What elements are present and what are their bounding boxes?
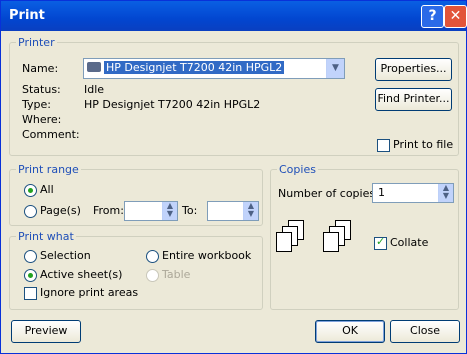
collated-pages-icon [276, 220, 310, 264]
printer-icon [87, 62, 101, 72]
chevron-down-icon[interactable]: ▼ [326, 59, 344, 78]
to-label: To: [182, 204, 198, 217]
dialog-title: Print [9, 8, 45, 23]
from-input[interactable]: ▲ ▼ [124, 201, 178, 221]
print-range-pages-radio[interactable] [24, 205, 37, 218]
entire-workbook-radio[interactable] [146, 250, 159, 263]
printer-name-label: Name: [22, 62, 59, 75]
print-to-file-checkbox[interactable] [377, 139, 390, 152]
table-label: Table [162, 268, 191, 281]
close-window-button[interactable]: ✕ [444, 5, 467, 28]
copies-group: Copies Number of copies: 1 ▲▼ Collate [270, 163, 459, 310]
active-sheets-radio[interactable] [24, 269, 37, 282]
type-value: HP Designjet T7200 42in HPGL2 [84, 98, 261, 111]
print-to-file-label[interactable]: Print to file [393, 138, 453, 151]
ignore-print-areas-label[interactable]: Ignore print areas [40, 286, 138, 299]
printer-name-select[interactable]: HP Designjet T7200 42in HPGL2 ▼ [83, 58, 345, 79]
table-radio [146, 269, 159, 282]
to-input[interactable]: ▲ ▼ [207, 201, 259, 221]
status-label: Status: [22, 83, 61, 96]
close-button[interactable]: Close [390, 320, 460, 343]
printer-group: Printer Name: HP Designjet T7200 42in HP… [9, 36, 459, 156]
ignore-print-areas-checkbox[interactable] [24, 287, 37, 300]
ok-button[interactable]: OK [315, 320, 385, 343]
from-spinner-icon[interactable]: ▲ ▼ [162, 202, 177, 220]
preview-button[interactable]: Preview [11, 320, 81, 343]
help-button[interactable]: ? [421, 5, 444, 28]
find-printer-button[interactable]: Find Printer... [375, 88, 452, 111]
number-of-copies-input[interactable]: 1 ▲ ▼ [372, 183, 454, 203]
print-range-group: Print range All Page(s) From: ▲ ▼ To: ▲ ▼ [9, 163, 263, 226]
active-sheets-label[interactable]: Active sheet(s) [40, 268, 122, 281]
print-what-title: Print what [16, 230, 76, 243]
print-range-all-label[interactable]: All [40, 183, 54, 196]
properties-button[interactable]: Properties... [375, 58, 452, 81]
selection-radio[interactable] [24, 250, 37, 263]
print-range-all-radio[interactable] [24, 184, 37, 197]
from-label: From: [93, 204, 124, 217]
status-value: Idle [84, 83, 105, 96]
printer-name-value: HP Designjet T7200 42in HPGL2 [104, 61, 285, 74]
selection-label[interactable]: Selection [40, 249, 91, 262]
print-dialog: Print ? ✕ Printer Name: HP Designjet T72… [0, 0, 467, 354]
print-range-title: Print range [16, 163, 81, 176]
printer-group-title: Printer [16, 36, 57, 49]
collate-checkbox[interactable] [374, 235, 387, 250]
collate-label[interactable]: Collate [390, 236, 428, 249]
title-bar[interactable]: Print ? ✕ [1, 1, 467, 31]
type-label: Type: [22, 98, 51, 111]
where-label: Where: [22, 113, 62, 126]
comment-label: Comment: [22, 128, 80, 141]
print-what-group: Print what Selection Entire workbook Act… [9, 230, 263, 310]
entire-workbook-label[interactable]: Entire workbook [162, 249, 251, 262]
print-range-pages-label[interactable]: Page(s) [40, 204, 81, 217]
to-spinner-icon[interactable]: ▲ ▼ [243, 202, 258, 220]
collated-pages-icon-2 [323, 220, 357, 264]
number-of-copies-value: 1 [378, 186, 385, 199]
number-of-copies-label: Number of copies: [278, 187, 379, 200]
copies-title: Copies [277, 163, 318, 176]
copies-spinner-icon[interactable]: ▲ ▼ [438, 184, 453, 202]
